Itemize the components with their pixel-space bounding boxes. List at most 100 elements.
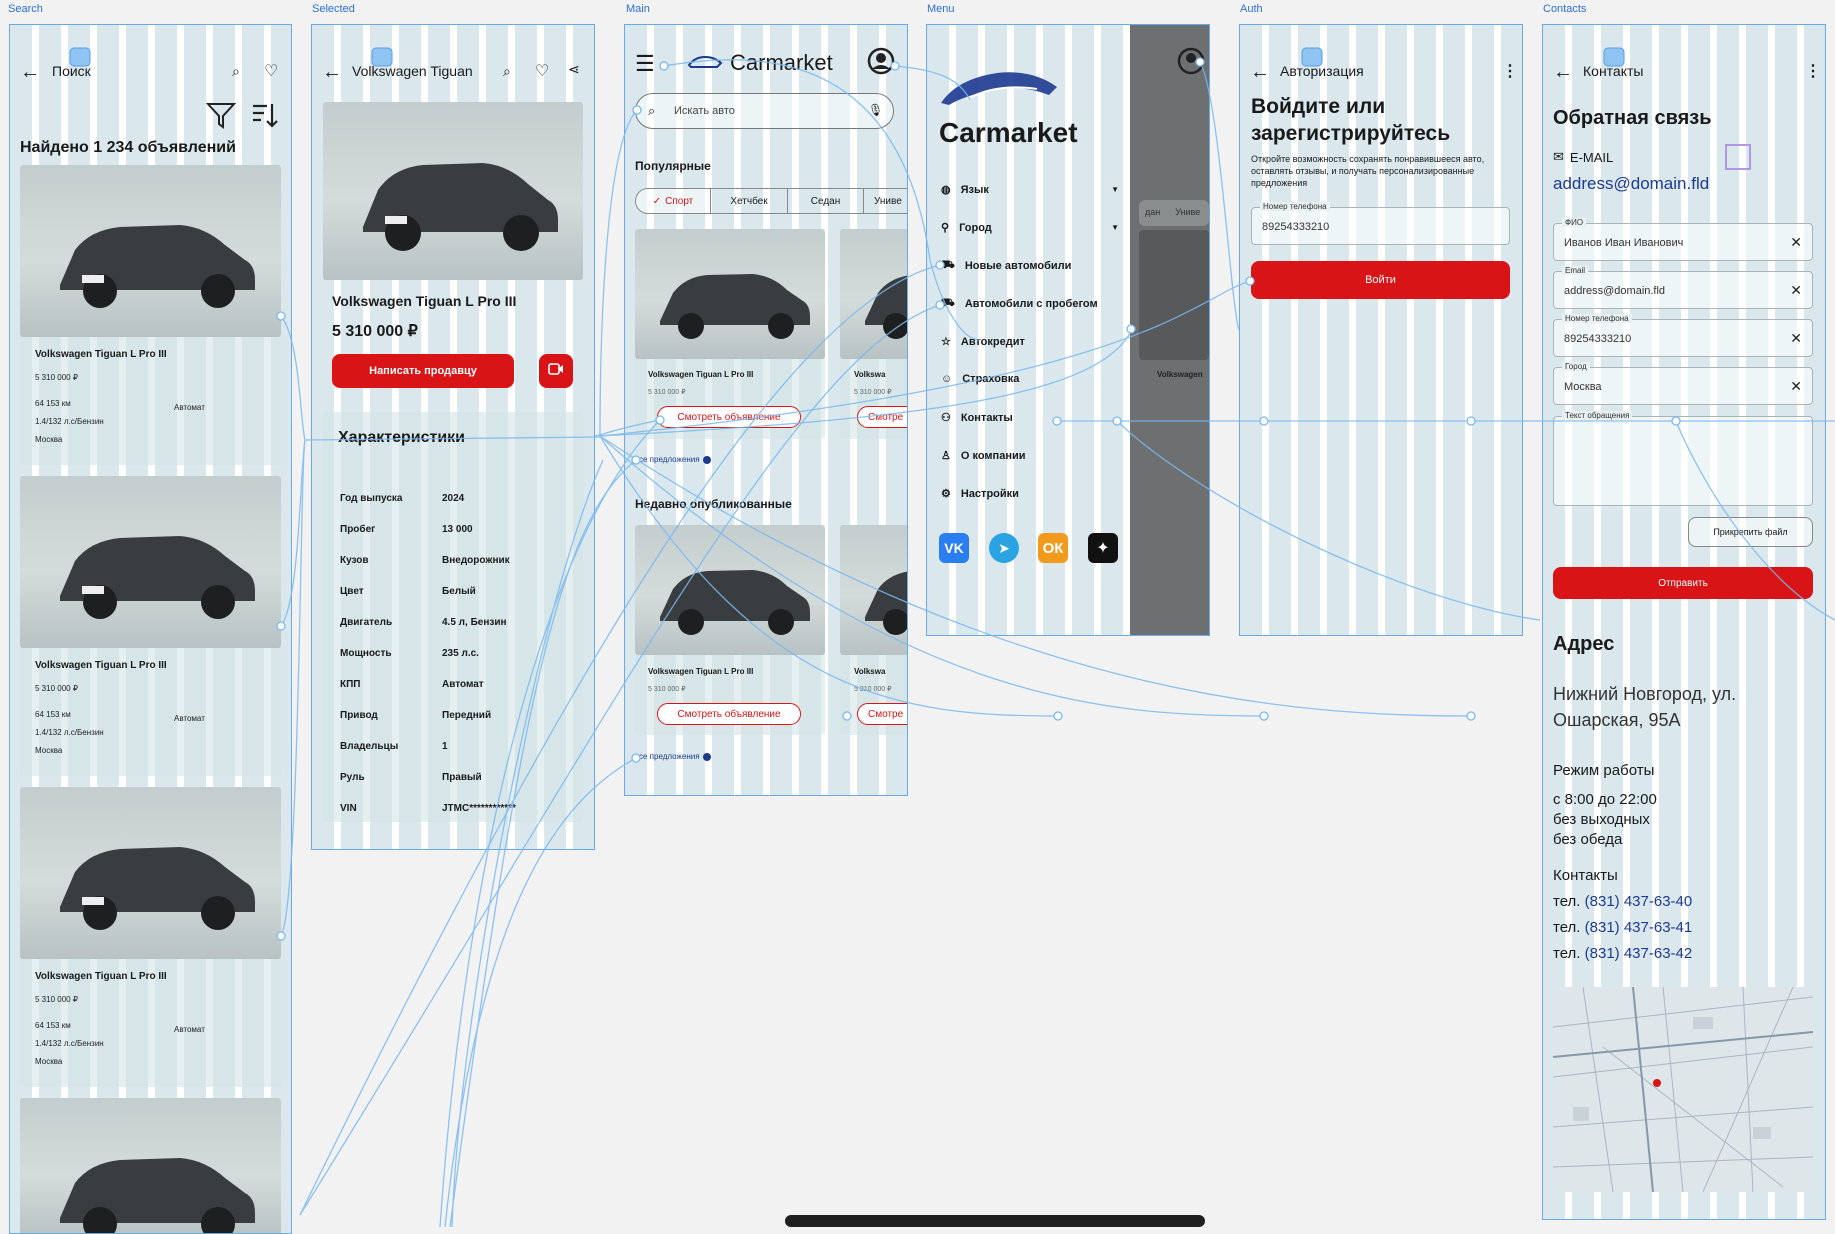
back-arrow-icon[interactable]: ← — [20, 61, 40, 84]
star-icon: ☆ — [941, 336, 951, 348]
login-button[interactable]: Войти — [1251, 261, 1510, 299]
back-arrow-icon[interactable]: ← — [1250, 61, 1270, 84]
write-seller-button[interactable]: Написать продавцу — [332, 354, 514, 388]
vk-icon[interactable]: VK — [939, 533, 969, 563]
arrow-right-icon — [702, 455, 711, 464]
dzen-icon[interactable]: ✦ — [1088, 533, 1118, 563]
frame-label-search: Search — [8, 3, 43, 15]
spec-value: 4.5 л, Бензин — [442, 617, 507, 628]
car-card-price: 5 310 000 ₽ — [854, 686, 892, 693]
spec-label: Мощность — [340, 648, 392, 659]
dimmed-card — [1139, 230, 1209, 360]
auth-description: Откройте возможность сохранять понравивш… — [1251, 154, 1485, 188]
profile-icon — [1177, 47, 1205, 75]
brand-name: Carmarket — [939, 117, 1078, 148]
listing-title[interactable]: Volkswagen Tiguan L Pro III — [35, 971, 167, 982]
odnoklassniki-icon[interactable]: ОК — [1038, 533, 1068, 563]
clear-icon: ✕ — [1790, 330, 1802, 346]
city-field[interactable]: Город Москва ✕ — [1553, 362, 1813, 405]
view-listing-button[interactable]: Смотреть объявление — [657, 406, 801, 428]
view-listing-button[interactable]: Смотре — [857, 406, 907, 428]
menu-item-credit[interactable]: ☆ Автокредит — [941, 335, 1025, 349]
search-icon[interactable]: ⌕ — [503, 63, 511, 80]
share-icon[interactable]: ⋖ — [568, 61, 580, 78]
spec-value: Автомат — [442, 679, 484, 690]
gear-icon: ⚙ — [941, 488, 951, 500]
back-arrow-icon[interactable]: ← — [1553, 61, 1573, 84]
menu-item-settings[interactable]: ⚙ Настройки — [941, 487, 1019, 501]
globe-icon: ◍ — [941, 184, 951, 196]
view-listing-button[interactable]: Смотреть объявление — [657, 703, 801, 725]
car-photo — [20, 787, 281, 959]
view-listing-button[interactable]: Смотре — [857, 703, 907, 725]
search-icon[interactable]: ⌕ — [232, 63, 240, 80]
map[interactable] — [1553, 987, 1813, 1192]
car-photo — [840, 229, 907, 359]
phone-field[interactable]: Номер телефона 89254333210 — [1251, 202, 1510, 245]
phone-line[interactable]: тел. (831) 437-63-40 — [1553, 893, 1692, 910]
listing-price: 5 310 000 ₽ — [35, 995, 78, 1004]
search-placeholder: Искать авто — [674, 105, 735, 117]
send-button[interactable]: Отправить — [1553, 567, 1813, 599]
contacts-title: Контакты — [1583, 63, 1644, 79]
back-arrow-icon[interactable]: ← — [322, 61, 342, 84]
chip-universal[interactable]: Униве — [864, 189, 907, 213]
car-card-price: 5 310 000 ₽ — [648, 686, 686, 693]
listing-transmission: Автомат — [174, 1025, 205, 1034]
message-textarea[interactable]: Текст обращения — [1553, 411, 1813, 506]
phone-line[interactable]: тел. (831) 437-63-42 — [1553, 945, 1692, 962]
listing-title[interactable]: Volkswagen Tiguan L Pro III — [35, 660, 167, 671]
all-offers-link[interactable]: се предложения — [639, 752, 711, 761]
dimmed-card-title: Volkswagen — [1157, 370, 1203, 379]
listing-mileage: 64 153 км — [35, 710, 71, 719]
phone-field[interactable]: Номер телефона 89254333210 ✕ — [1553, 314, 1813, 357]
menu-item-insurance[interactable]: ☺ Страховка — [941, 373, 1019, 385]
menu-item-about[interactable]: ♙ О компании — [941, 449, 1026, 463]
fio-field[interactable]: ФИО Иванов Иван Иванович ✕ — [1553, 218, 1813, 261]
clear-icon: ✕ — [1790, 378, 1802, 394]
favorite-icon[interactable]: ♡ — [535, 61, 549, 81]
results-count: Найдено 1 234 объявлений — [20, 139, 236, 156]
car-card-price: 5 310 000 ₽ — [854, 389, 892, 396]
email-field[interactable]: Email address@domain.fld ✕ — [1553, 266, 1813, 309]
all-offers-link[interactable]: се предложения — [639, 455, 711, 464]
frame-label-menu: Menu — [927, 3, 955, 15]
sort-icon[interactable] — [250, 101, 278, 129]
more-vertical-icon[interactable]: ⋮ — [1805, 61, 1821, 81]
hamburger-menu-icon[interactable]: ☰ — [635, 51, 655, 77]
user-icon: ♙ — [941, 450, 951, 462]
car-card-title: Volkswagen Tiguan L Pro III — [648, 370, 754, 379]
more-vertical-icon[interactable]: ⋮ — [1502, 61, 1518, 81]
search-icon: ⌕ — [648, 103, 656, 118]
profile-icon[interactable] — [867, 47, 895, 75]
frame-label-main: Main — [626, 3, 650, 15]
chip-sedan[interactable]: Седан — [788, 189, 864, 213]
menu-item-contacts[interactable]: ⚇ Контакты — [941, 411, 1013, 425]
menu-item-city[interactable]: ⚲ Город ▼ — [941, 221, 1119, 235]
microphone-icon[interactable]: 🎙 — [868, 103, 883, 117]
car-icon: ⛟ — [941, 259, 955, 271]
spec-label: Кузов — [340, 555, 369, 566]
car-name: Volkswagen Tiguan L Pro III — [332, 293, 517, 309]
filter-icon[interactable] — [206, 101, 236, 129]
spec-value: Внедорожник — [442, 555, 510, 566]
video-icon — [548, 362, 564, 380]
chip-hatchback[interactable]: Хетчбек — [711, 189, 788, 213]
menu-item-language[interactable]: ◍ Язык ▼ — [941, 183, 1119, 197]
listing-transmission: Автомат — [174, 403, 205, 412]
listing-title[interactable]: Volkswagen Tiguan L Pro III — [35, 349, 167, 360]
phone-line[interactable]: тел. (831) 437-63-41 — [1553, 919, 1692, 936]
favorite-icon[interactable]: ♡ — [264, 61, 278, 81]
telegram-icon[interactable]: ➤ — [989, 533, 1019, 563]
email-link[interactable]: address@domain.fld — [1553, 174, 1709, 194]
attach-file-button[interactable]: Прикрепить файл — [1688, 517, 1813, 547]
search-bar[interactable]: ⌕ Искать авто 🎙 — [635, 93, 894, 129]
menu-item-used-cars[interactable]: ⛟ Автомобили с пробегом — [941, 297, 1098, 311]
video-call-button[interactable] — [539, 354, 573, 388]
category-chips: ✓ Спорт Хетчбек Седан Униве — [635, 188, 907, 214]
chip-sport[interactable]: ✓ Спорт — [636, 189, 711, 213]
menu-item-new-cars[interactable]: ⛟ Новые автомобили — [941, 259, 1071, 273]
spec-value: 1 — [442, 741, 448, 752]
people-icon: ⚇ — [941, 412, 951, 424]
hours-line: без выходных — [1553, 811, 1650, 828]
